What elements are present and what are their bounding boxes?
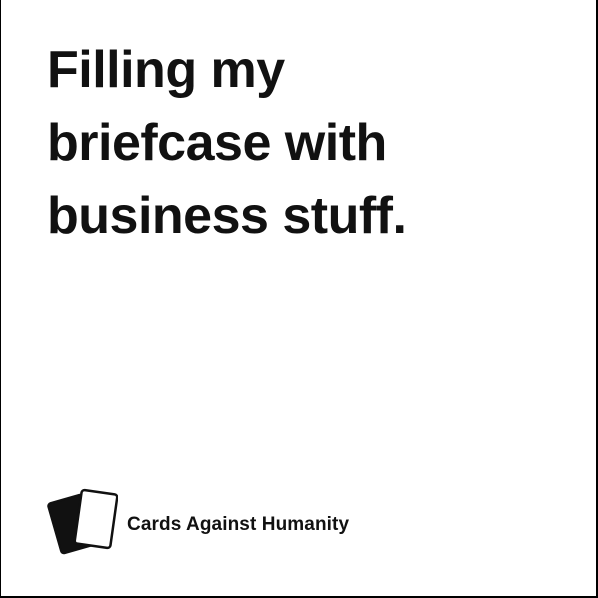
answer-card: Filling my briefcase with business stuff… <box>0 0 598 598</box>
two-cards-icon <box>47 488 118 555</box>
brand-name: Cards Against Humanity <box>127 514 350 535</box>
card-text: Filling my briefcase with business stuff… <box>47 41 407 245</box>
brand-footer: Cards Against Humanity <box>46 488 349 560</box>
